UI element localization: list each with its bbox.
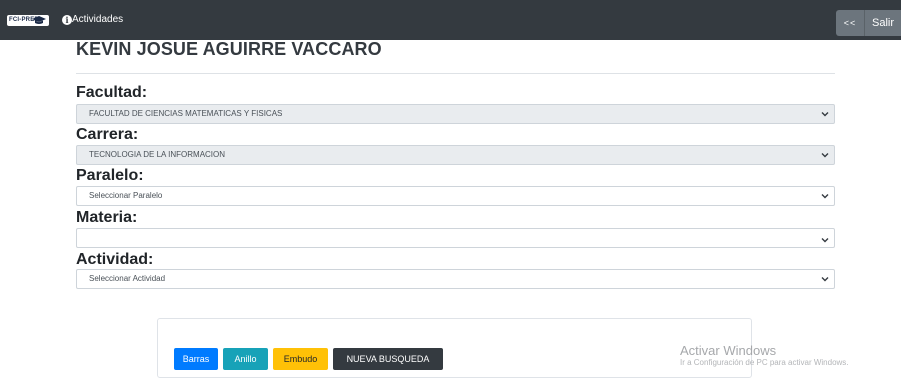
windows-activation-title: Activar Windows [680,343,777,358]
chevron-down-icon [821,238,829,243]
nav-activities[interactable]: i Actividades [62,13,123,27]
facultad-label: Facultad: [76,84,148,101]
actividad-select-value: Seleccionar Actividad [89,274,166,283]
paralelo-label: Paralelo: [76,167,144,184]
header-divider [76,73,835,74]
chevron-down-icon [821,112,829,117]
app-logo[interactable]: FCI-PRED [7,15,49,26]
carrera-select[interactable]: TECNOLOGIA DE LA INFORMACION [76,145,835,165]
logout-button[interactable]: Salir [864,10,901,36]
top-navbar: FCI-PRED i Actividades << Salir [0,0,901,40]
windows-activation-subtitle: Ir a Configuración de PC para activar Wi… [680,358,849,367]
chevron-down-icon [821,153,829,158]
collapse-button[interactable]: << [836,10,864,36]
nueva-busqueda-button[interactable]: NUEVA BUSQUEDA [333,348,443,370]
materia-label: Materia: [76,209,138,226]
paralelo-select[interactable]: Seleccionar Paralelo [76,186,835,206]
carrera-select-value: TECNOLOGIA DE LA INFORMACION [89,150,226,159]
actividad-label: Actividad: [76,251,154,268]
info-icon: i [62,15,72,25]
anillo-button[interactable]: Anillo [223,348,268,370]
chevron-down-icon [821,194,829,199]
materia-select[interactable] [76,228,835,248]
nav-activities-label: Actividades [72,14,124,25]
carrera-label: Carrera: [76,126,139,143]
facultad-select-value: FACULTAD DE CIENCIAS MATEMATICAS Y FISIC… [89,109,283,118]
user-name-heading: KEVIN JOSUE AGUIRRE VACCARO [76,39,382,59]
facultad-select[interactable]: FACULTAD DE CIENCIAS MATEMATICAS Y FISIC… [76,104,835,124]
actividad-select[interactable]: Seleccionar Actividad [76,269,835,289]
chevron-down-icon [821,277,829,282]
embudo-button[interactable]: Embudo [273,348,328,370]
paralelo-select-value: Seleccionar Paralelo [89,191,163,200]
graduation-cap-icon [32,16,46,24]
barras-button[interactable]: Barras [174,348,218,370]
